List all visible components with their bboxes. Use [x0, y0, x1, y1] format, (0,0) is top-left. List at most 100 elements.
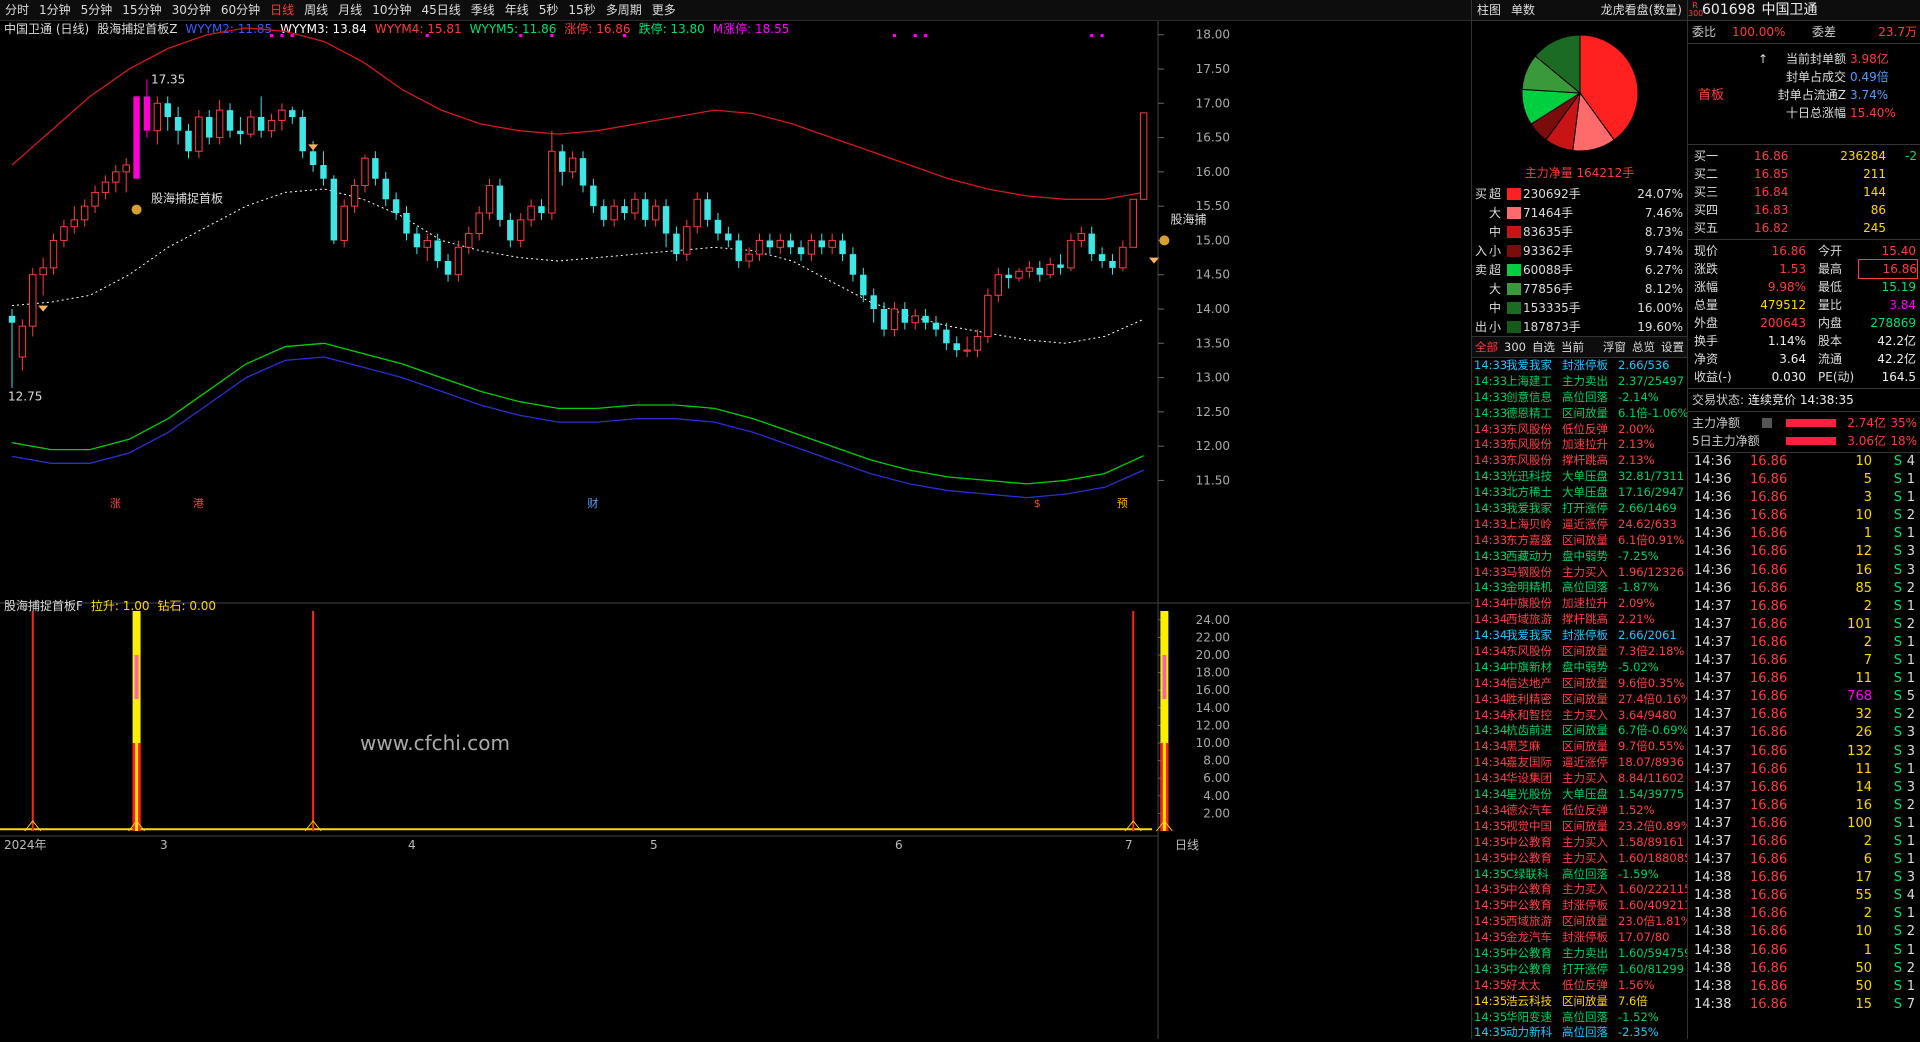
alert-row[interactable]: 14:33 北方稀土 大单压盘 17.16/2947	[1472, 485, 1687, 501]
alert-row[interactable]: 14:35 中公教育 封涨停板 1.60/409211	[1472, 898, 1687, 914]
candle	[548, 130, 556, 220]
event-mark-1[interactable]: 港	[193, 497, 204, 510]
tick-time: 14:37	[1694, 779, 1732, 795]
alert-row[interactable]: 14:33 创意信息 高位回落 -2.14%	[1472, 390, 1687, 406]
tick-side: S	[1893, 689, 1902, 705]
period-tab-13[interactable]: 5秒	[534, 0, 564, 20]
alert-row[interactable]: 14:33 东风股份 低位反弹 2.00%	[1472, 422, 1687, 438]
alert-tab-0[interactable]: 全部	[1472, 337, 1501, 357]
alert-row[interactable]: 14:33 上海贝岭 逼近涨停 24.62/633	[1472, 517, 1687, 533]
alert-row[interactable]: 14:35 中公教育 主力买入 1.60/222115	[1472, 882, 1687, 898]
period-tab-14[interactable]: 15秒	[563, 0, 600, 20]
alert-row[interactable]: 14:33 金明精机 高位回落 -1.87%	[1472, 580, 1687, 596]
period-tab-5[interactable]: 60分钟	[216, 0, 265, 20]
period-tab-0[interactable]: 分时	[0, 0, 34, 20]
dragon-tiger-title[interactable]: 龙虎看盘(数量)	[1596, 0, 1687, 20]
alert-row[interactable]: 14:34 信达地产 区间放量 9.6倍0.35%	[1472, 676, 1687, 692]
alert-tab-1[interactable]: 300	[1501, 337, 1529, 357]
tab-order-count[interactable]: 单数	[1506, 0, 1540, 20]
alert-row[interactable]: 14:34 嘉友国际 逼近涨停 18.07/8936	[1472, 755, 1687, 771]
period-tab-9[interactable]: 10分钟	[367, 0, 416, 20]
alert-row[interactable]: 14:35 中公教育 打开涨停 1.60/81299	[1472, 962, 1687, 978]
alert-row[interactable]: 14:33 东方嘉盛 区间放量 6.1倍0.91%	[1472, 533, 1687, 549]
book-row[interactable]: 买五 16.82 245	[1688, 219, 1920, 237]
period-tab-4[interactable]: 30分钟	[167, 0, 216, 20]
period-tab-2[interactable]: 5分钟	[76, 0, 118, 20]
alert-row[interactable]: 14:35 中公教育 主力买入 1.58/89161	[1472, 835, 1687, 851]
period-tab-12[interactable]: 年线	[500, 0, 534, 20]
alert-row[interactable]: 14:34 西域旅游 撑杆跳高 2.21%	[1472, 612, 1687, 628]
event-mark-0[interactable]: 涨	[110, 497, 121, 510]
alert-row[interactable]: 14:35 C绿联科 高位回落 -1.59%	[1472, 867, 1687, 883]
alert-row[interactable]: 14:34 中旗股份 加速拉升 2.09%	[1472, 596, 1687, 612]
alert-row[interactable]: 14:33 上海建工 主力卖出 2.37/25497	[1472, 374, 1687, 390]
period-tab-15[interactable]: 多周期	[601, 0, 647, 20]
alert-row[interactable]: 14:33 西藏动力 盘中弱势 -7.25%	[1472, 549, 1687, 565]
alert-row[interactable]: 14:34 胜利精密 区间放量 27.4倍0.16%	[1472, 692, 1687, 708]
period-tab-11[interactable]: 季线	[466, 0, 500, 20]
alert-row[interactable]: 14:35 金龙汽车 封涨停板 17.07/80	[1472, 930, 1687, 946]
alert-row[interactable]: 14:33 东风股份 撑杆跳高 2.13%	[1472, 453, 1687, 469]
period-tab-16[interactable]: 更多	[647, 0, 681, 20]
alert-value: 24.62/633	[1618, 516, 1677, 531]
kline-chart-area[interactable]: 中国卫通 (日线) 股海捕捉首板Z WYYM2: 11.85 WYYM3: 13.84…	[0, 21, 1470, 1039]
info-icon[interactable]	[1762, 418, 1772, 428]
alert-time: 14:33	[1474, 516, 1508, 531]
alert-row[interactable]: 14:35 好太太 低位反弹 1.56%	[1472, 978, 1687, 994]
book-row[interactable]: 买二 16.85 211	[1688, 165, 1920, 183]
alert-row[interactable]: 14:35 中公教育 主力买入 1.60/188085	[1472, 851, 1687, 867]
alert-row[interactable]: 14:35 华阳变速 高位回落 -1.52%	[1472, 1010, 1687, 1026]
kline-chart[interactable]: 中国卫通 (日线) 股海捕捉首板Z WYYM2: 11.85 WYYM3: 13.84…	[0, 21, 1470, 1039]
period-tab-7[interactable]: 周线	[299, 0, 333, 20]
tick-side: S	[1893, 508, 1902, 524]
period-tab-3[interactable]: 15分钟	[117, 0, 166, 20]
alert-tab-3[interactable]: 当前	[1558, 337, 1587, 357]
alert-row[interactable]: 14:34 我爱我家 封涨停板 2.66/2061	[1472, 628, 1687, 644]
event-mark-3[interactable]: $	[1034, 497, 1041, 510]
alert-row[interactable]: 14:33 光迅科技 大单压盘 32.81/7311	[1472, 469, 1687, 485]
alert-row[interactable]: 14:33 德恩精工 区间放量 6.1倍-1.06%	[1472, 406, 1687, 422]
alert-row[interactable]: 14:35 视觉中国 区间放量 23.2倍0.89%	[1472, 819, 1687, 835]
alert-row[interactable]: 14:35 浩云科技 区间放量 7.6倍	[1472, 994, 1687, 1010]
alert-row[interactable]: 14:35 西域旅游 区间放量 23.0倍1.81%	[1472, 914, 1687, 930]
alert-row[interactable]: 14:35 动力新科 高位回落 -2.35%	[1472, 1025, 1687, 1039]
tick-list[interactable]: 14:36 16.86 10 S 4 14:36 16.86 5 S 1 14:36 16.86 3 S 1…	[1688, 453, 1920, 1014]
alert-row[interactable]: 14:35 中公教育 主力卖出 1.60/594759	[1472, 946, 1687, 962]
period-tab-10[interactable]: 45日线	[416, 0, 465, 20]
x-tick-label: 6	[895, 838, 903, 852]
alert-row[interactable]: 14:34 德众汽车 低位反弹 1.52%	[1472, 803, 1687, 819]
period-tab-8[interactable]: 月线	[333, 0, 367, 20]
alert-row[interactable]: 14:34 东风股份 区间放量 7.3倍2.18%	[1472, 644, 1687, 660]
tab-bar-chart[interactable]: 柱图	[1472, 0, 1506, 20]
top-dot-marker	[913, 34, 917, 37]
alert-row[interactable]: 14:33 东风股份 加速拉升 2.13%	[1472, 437, 1687, 453]
alert-row[interactable]: 14:34 黑芝麻 区间放量 9.7倍0.55%	[1472, 739, 1687, 755]
alert-value: 17.16/2947	[1618, 485, 1685, 500]
alert-row[interactable]: 14:33 马钢股份 主力买入 1.96/12326	[1472, 565, 1687, 581]
event-mark-2[interactable]: 财	[587, 496, 598, 510]
alert-tab-6[interactable]: 设置	[1658, 337, 1687, 357]
alert-tab-4[interactable]: 浮窗	[1600, 337, 1629, 357]
book-row[interactable]: 买一 16.86 236284 -2	[1688, 147, 1920, 165]
tick-volume: 2	[1863, 906, 1872, 922]
alert-row[interactable]: 14:34 永和智控 主力买入 3.64/9480	[1472, 708, 1687, 724]
event-mark-4[interactable]: 预	[1117, 497, 1128, 510]
alert-tab-5[interactable]: 总览	[1629, 337, 1658, 357]
weibi-label: 委比	[1692, 25, 1717, 39]
alert-row[interactable]: 14:34 中旗新材 盘中弱势 -5.02%	[1472, 660, 1687, 676]
alert-row[interactable]: 14:34 华设集团 主力买入 8.84/11602	[1472, 771, 1687, 787]
alert-stock: 视觉中国	[1506, 818, 1552, 833]
book-row[interactable]: 买四 16.83 86	[1688, 201, 1920, 219]
y-tick-label: 15.50	[1196, 199, 1230, 213]
alert-row[interactable]: 14:34 杭齿前进 区间放量 6.7倍-0.69%	[1472, 723, 1687, 739]
period-tab-6[interactable]: 日线	[265, 0, 299, 20]
book-row[interactable]: 买三 16.84 144	[1688, 183, 1920, 201]
alert-row[interactable]: 14:33 我爱我家 打开涨停 2.66/1469	[1472, 501, 1687, 517]
period-tab-1[interactable]: 1分钟	[34, 0, 76, 20]
alert-tab-2[interactable]: 自选	[1529, 337, 1558, 357]
tick-volume: 2	[1863, 598, 1872, 614]
alert-row[interactable]: 14:34 星光股份 大单压盘 1.54/39775	[1472, 787, 1687, 803]
alert-type: 封涨停板	[1562, 628, 1608, 643]
alert-row[interactable]: 14:33 我爱我家 封涨停板 2.66/536	[1472, 358, 1687, 374]
candle	[247, 110, 255, 138]
